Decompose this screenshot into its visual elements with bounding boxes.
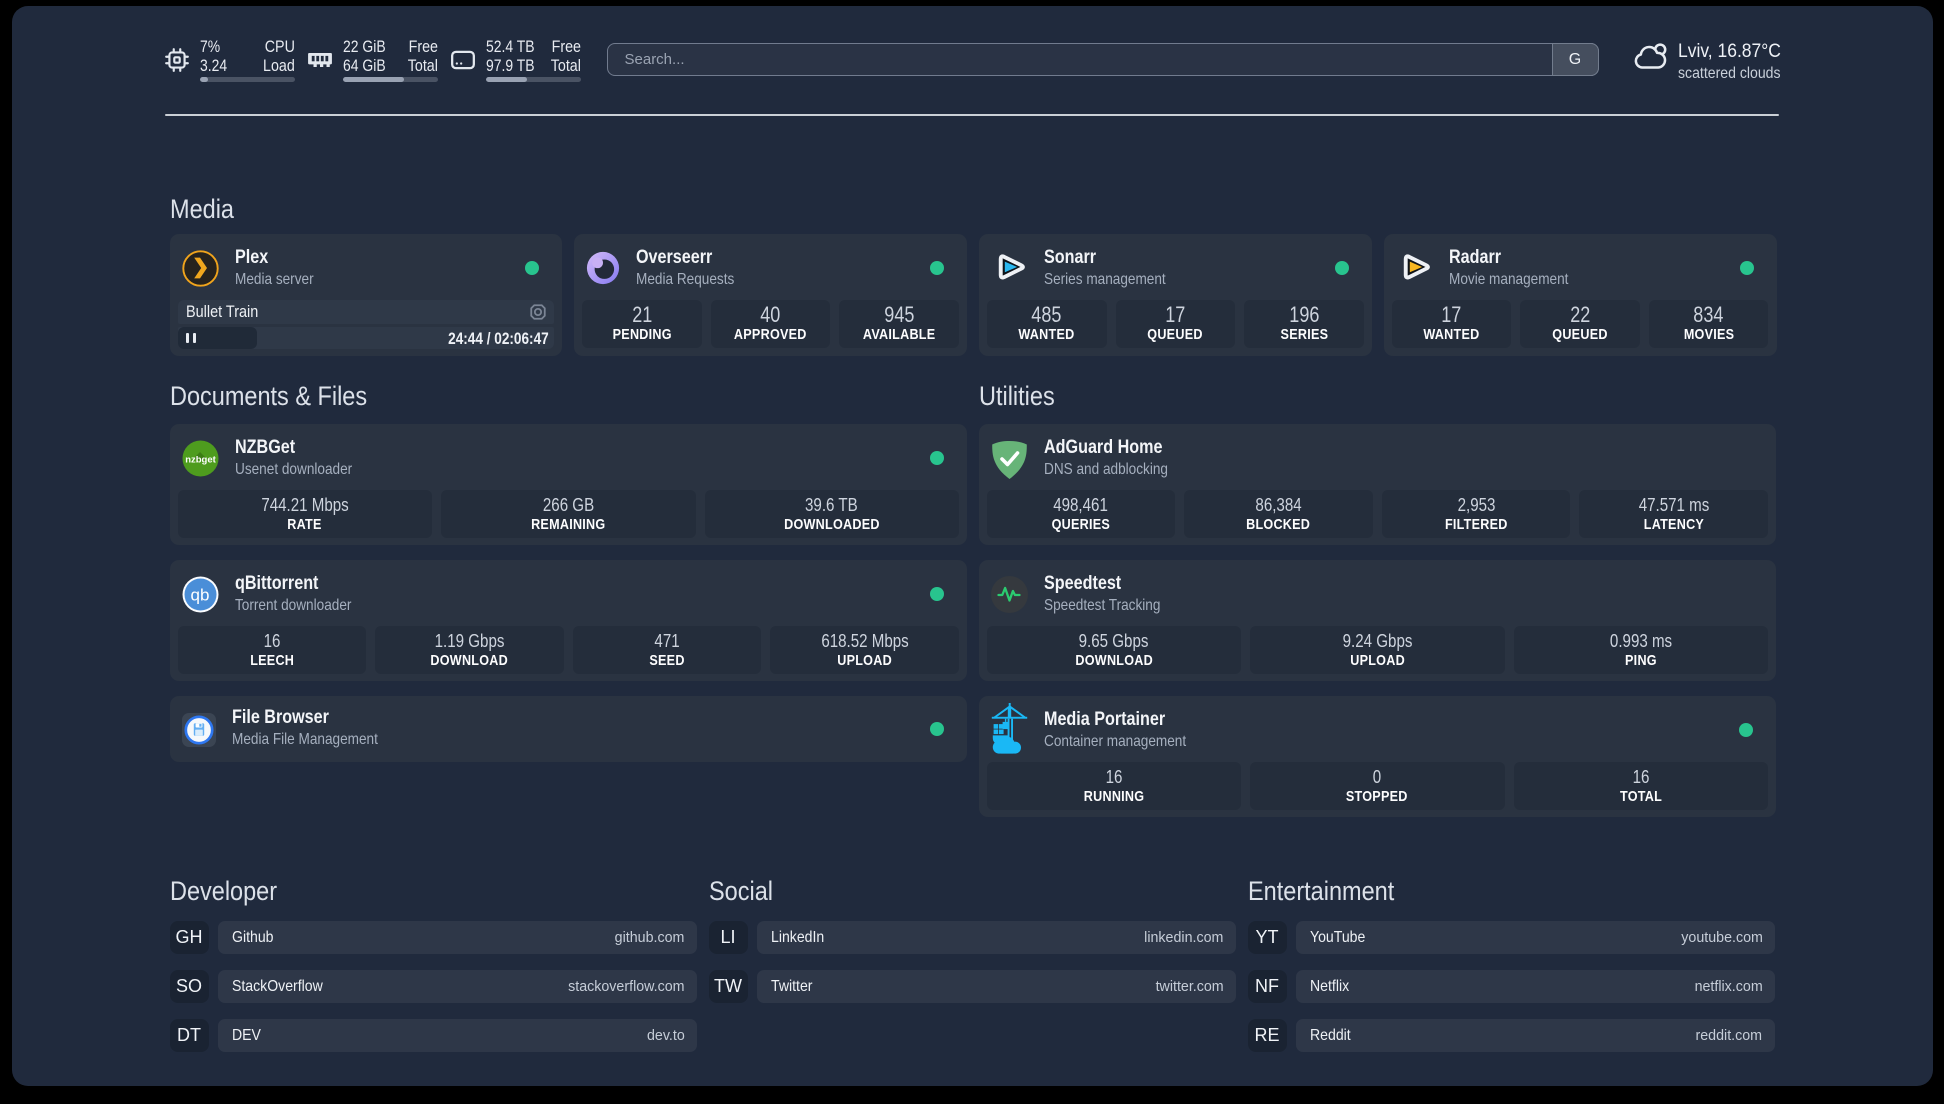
- svg-text:nzbget: nzbget: [185, 454, 216, 465]
- svg-text:qb: qb: [190, 585, 209, 604]
